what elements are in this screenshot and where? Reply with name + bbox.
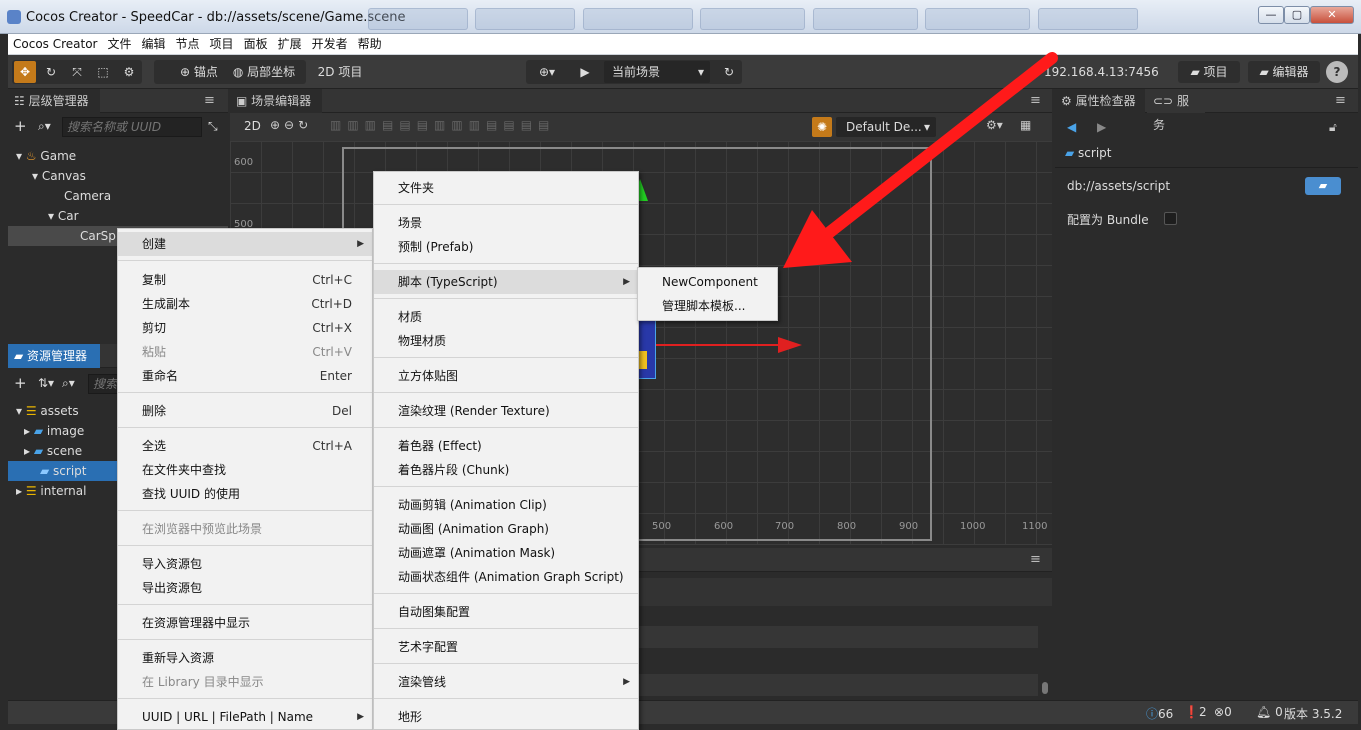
annotation-arrow-shaft — [824, 52, 1058, 238]
annotation-arrow — [783, 52, 1058, 268]
